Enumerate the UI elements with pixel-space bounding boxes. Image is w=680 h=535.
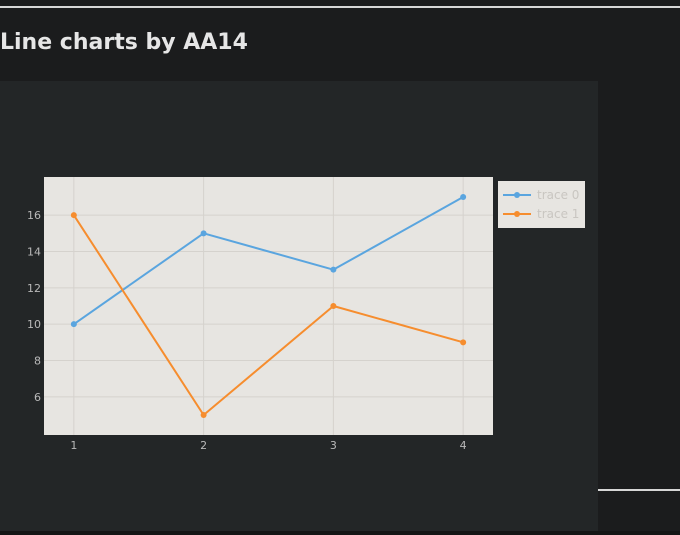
data-point <box>200 230 207 237</box>
side-rule <box>598 489 680 491</box>
data-point <box>330 266 337 273</box>
legend[interactable]: trace 0 trace 1 <box>498 181 585 228</box>
x-tick-label: 3 <box>330 439 337 452</box>
x-tick-label: 1 <box>70 439 77 452</box>
data-point <box>330 303 337 309</box>
data-point <box>200 412 207 419</box>
x-tick-label: 2 <box>200 439 207 452</box>
plot-panel: 6 8 10 12 14 16 1 2 3 4 trace 0 trace 1 <box>0 81 598 531</box>
x-tick-label: 4 <box>460 439 467 452</box>
y-tick-label: 16 <box>27 209 41 222</box>
data-point <box>70 321 77 328</box>
top-rule <box>0 6 680 8</box>
legend-label: trace 0 <box>537 188 579 202</box>
page-title: Line charts by AA14 <box>0 30 248 55</box>
bottom-rule <box>0 531 680 535</box>
y-tick-label: 6 <box>34 391 41 404</box>
line-chart[interactable]: 68101214161 2 3 4 trace 0trace 1 <box>0 81 598 531</box>
y-tick-label: 8 <box>34 355 41 368</box>
data-point <box>460 339 467 346</box>
data-point <box>460 193 467 200</box>
legend-marker <box>514 192 520 198</box>
y-tick-label: 14 <box>27 245 41 258</box>
legend-label: trace 1 <box>537 207 579 221</box>
plot-area <box>44 177 493 435</box>
y-tick-label: 10 <box>27 318 41 331</box>
y-tick-label: 12 <box>27 282 41 295</box>
data-point <box>70 212 77 219</box>
legend-marker <box>514 211 520 217</box>
